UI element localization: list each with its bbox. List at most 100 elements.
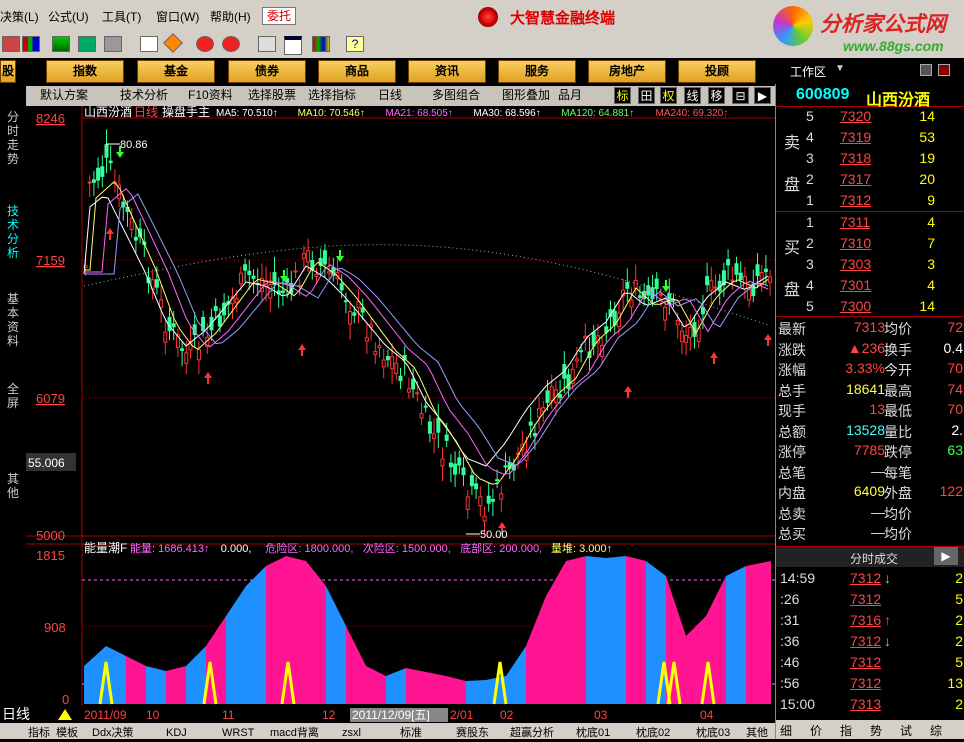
candle-body — [159, 299, 164, 308]
buy-row[interactable]: 5 7300 14 — [776, 298, 964, 318]
tab-mark[interactable]: 标 — [614, 87, 631, 104]
tab-product[interactable]: 品月 — [558, 87, 582, 104]
candle-body — [482, 515, 487, 522]
side-tab-timeshare[interactable]: 分时走势 — [4, 110, 22, 166]
quote-tab[interactable]: 指 — [840, 722, 852, 739]
indicator-tab[interactable]: 枕底03 — [696, 725, 730, 739]
cat-news[interactable]: 资讯 — [408, 60, 486, 83]
sell-row[interactable]: 3 7318 19 — [776, 150, 964, 170]
print-icon[interactable] — [258, 36, 276, 52]
indicator-tab[interactable]: 其他 — [746, 726, 768, 739]
stat-value: 13528 — [846, 421, 885, 438]
cat-realestate[interactable]: 房地产 — [588, 60, 666, 83]
cat-fund[interactable]: 基金 — [137, 60, 215, 83]
obv-band — [246, 566, 266, 704]
indicator-tab[interactable]: 赛股东 — [456, 725, 489, 739]
indicator-tab[interactable]: macd背离 — [270, 725, 319, 739]
side-tab-fullscreen[interactable]: 全屏 — [4, 382, 22, 410]
tab-next[interactable]: ▶ — [754, 87, 771, 104]
back-icon[interactable] — [2, 36, 20, 52]
indicator-tab[interactable]: 枕底02 — [636, 725, 670, 739]
workspace-label[interactable]: 工作区 — [790, 63, 826, 80]
tab-overlay[interactable]: 图形叠加 — [502, 87, 550, 104]
indicator-tab[interactable]: 超赢分析 — [510, 725, 554, 739]
quote-tab[interactable]: 价 — [810, 722, 822, 739]
tab-f10[interactable]: F10资料 — [188, 87, 233, 104]
indicator-tab[interactable]: WRST — [222, 727, 255, 739]
cat-stock[interactable]: 股 — [0, 60, 16, 83]
tab-move[interactable]: 移 — [708, 87, 725, 104]
trades-next-icon[interactable]: ▶ — [934, 547, 958, 565]
indicator-tab[interactable]: 枕底01 — [576, 725, 610, 739]
tab-daily[interactable]: 日线 — [378, 87, 402, 104]
buy-row[interactable]: 1 7311 4 — [776, 214, 964, 234]
menu-formula[interactable]: 公式(U) — [48, 8, 89, 25]
sub-y-mid: 908 — [44, 620, 66, 635]
quote-tab[interactable]: 细 — [780, 722, 792, 739]
buy-row[interactable]: 4 7301 4 — [776, 277, 964, 297]
kline-chart-svg[interactable]: 山西汾酒 日线 操盘手主 MA5: 70.510↑ MA10: 70.546↑ MA… — [26, 104, 775, 707]
sell-row[interactable]: 1 7312 9 — [776, 192, 964, 212]
news-icon[interactable] — [140, 36, 158, 52]
quote-tab[interactable]: 综 — [930, 722, 942, 739]
indicator-tab[interactable]: Ddx决策 — [92, 725, 134, 739]
cat-bond[interactable]: 债券 — [228, 60, 306, 83]
diamond-icon[interactable] — [163, 33, 183, 53]
tab-multi-chart[interactable]: 多图组合 — [432, 87, 480, 104]
indicator-tab[interactable]: 指标 — [28, 725, 50, 739]
workspace-dropdown-icon[interactable]: ▼ — [835, 63, 845, 74]
cat-advisor[interactable]: 投顾 — [678, 60, 756, 83]
quote-tab[interactable]: 势 — [870, 722, 882, 739]
side-tab-other[interactable]: 其他 — [4, 472, 22, 500]
quote-tab[interactable]: 试 — [900, 722, 912, 739]
menu-window[interactable]: 窗口(W) — [156, 8, 199, 25]
cat-index[interactable]: 指数 — [46, 60, 124, 83]
stat-label-2: 均价 — [884, 321, 912, 337]
stat-row: 现手 13 最低 70 — [776, 401, 964, 421]
ball2-icon[interactable] — [222, 36, 240, 52]
alert-icon[interactable] — [104, 36, 122, 52]
menu-tools[interactable]: 工具(T) — [102, 8, 141, 25]
tab-default-scheme[interactable]: 默认方案 — [40, 87, 88, 104]
tab-rights[interactable]: 权 — [660, 87, 677, 104]
cat-service[interactable]: 服务 — [498, 60, 576, 83]
tab-collapse[interactable]: ⊟ — [732, 87, 749, 104]
sell-row[interactable]: 2 7317 20 — [776, 171, 964, 191]
candle-body — [654, 278, 659, 290]
help-icon[interactable]: ? — [346, 36, 364, 52]
sell-row[interactable]: 4 7319 53 — [776, 129, 964, 149]
trades-header[interactable]: 分时成交 ▶ — [776, 546, 964, 567]
indicator-tab[interactable]: KDJ — [166, 727, 187, 739]
tab-select-stock[interactable]: 选择股票 — [248, 87, 296, 104]
menu-decision[interactable]: 决策(L) — [0, 8, 39, 25]
buy-row[interactable]: 2 7310 7 — [776, 235, 964, 255]
indicator-tab[interactable]: zsxl — [342, 727, 361, 739]
tab-technical-analysis[interactable]: 技术分析 — [120, 87, 168, 104]
buy-row[interactable]: 3 7303 3 — [776, 256, 964, 276]
buy-price: 7310 — [840, 235, 872, 251]
side-tab-basic[interactable]: 基本资料 — [4, 292, 22, 348]
restore-icon[interactable] — [938, 64, 950, 76]
tab-select-indicator[interactable]: 选择指标 — [308, 87, 356, 104]
tab-grid[interactable]: 田 — [638, 87, 655, 104]
chart-icon[interactable] — [52, 36, 70, 52]
indicator-tab[interactable]: 标准 — [400, 725, 422, 739]
window-icon[interactable] — [284, 36, 302, 55]
period-tab[interactable]: 日线 — [2, 706, 30, 722]
candle-body — [763, 268, 768, 273]
indicator-tab[interactable]: 模板 — [56, 725, 78, 739]
sell-row[interactable]: 5 7320 14 — [776, 108, 964, 128]
entrust-button[interactable]: 委托 — [262, 7, 297, 25]
cat-commodity[interactable]: 商品 — [318, 60, 396, 83]
kline-chart-area[interactable]: 山西汾酒 日线 操盘手主 MA5: 70.510↑ MA10: 70.546↑ MA… — [26, 104, 775, 707]
ball-icon[interactable] — [196, 36, 214, 52]
binoculars-icon[interactable] — [78, 36, 96, 52]
quote-icon[interactable] — [22, 36, 40, 52]
tab-line[interactable]: 线 — [684, 87, 701, 104]
books-icon[interactable] — [312, 36, 330, 52]
side-tab-technical[interactable]: 技术分析 — [4, 204, 22, 260]
obv-band — [606, 556, 626, 704]
menu-help[interactable]: 帮助(H) — [210, 8, 251, 25]
candle-body — [285, 278, 290, 283]
minimize-icon[interactable] — [920, 64, 932, 76]
